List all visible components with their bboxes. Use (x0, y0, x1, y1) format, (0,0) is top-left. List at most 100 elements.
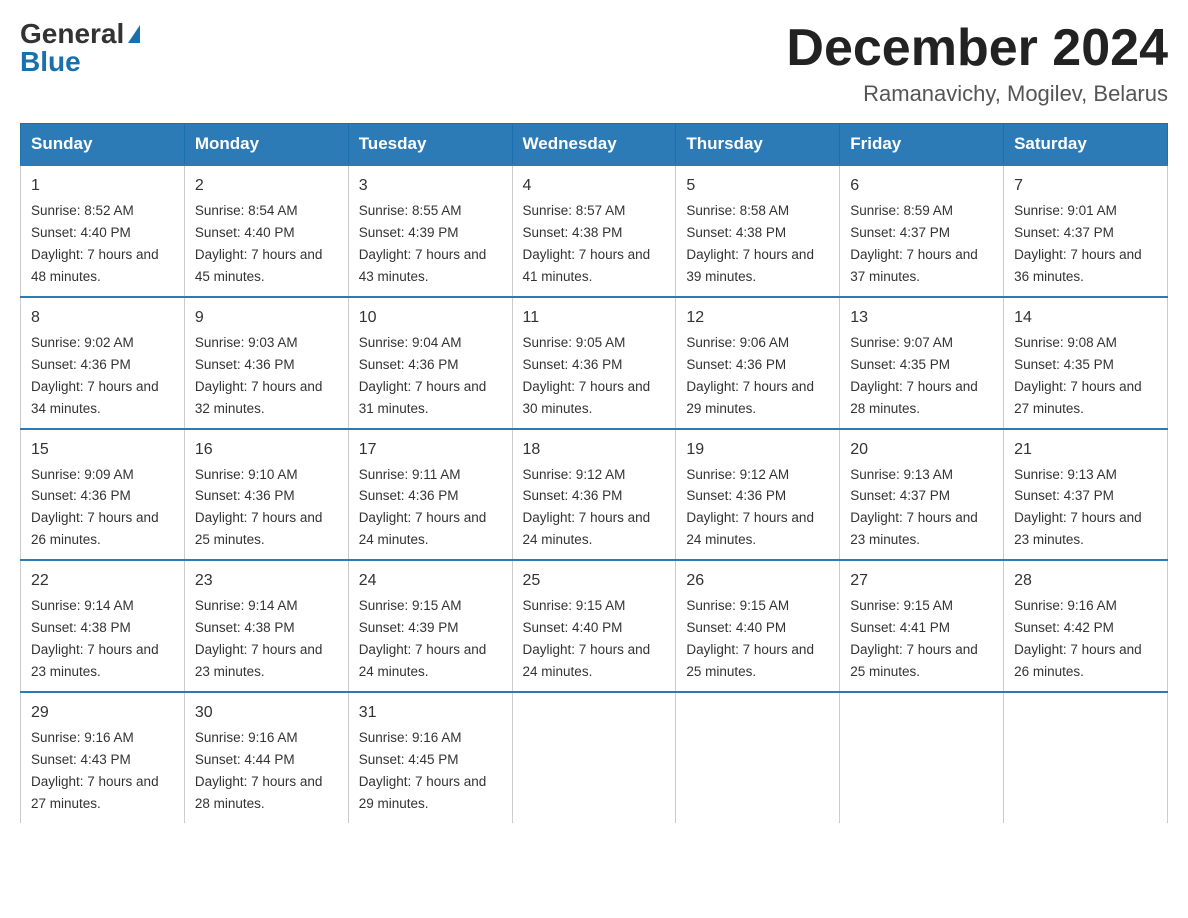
day-number: 27 (850, 569, 993, 593)
calendar-cell: 10Sunrise: 9:04 AMSunset: 4:36 PMDayligh… (348, 297, 512, 429)
calendar-week-row: 22 Sunrise: 9:14 AMSunset: 4:38 PMDayligh… (21, 560, 1168, 692)
day-info: Sunrise: 9:09 AMSunset: 4:36 PMDaylight:… (31, 467, 159, 548)
calendar-cell (512, 692, 676, 823)
logo: General Blue (20, 20, 140, 76)
weekday-header-saturday: Saturday (1004, 124, 1168, 166)
day-number: 16 (195, 438, 338, 462)
day-info: Sunrise: 8:55 AMSunset: 4:39 PMDaylight:… (359, 203, 487, 284)
day-info: Sunrise: 9:15 AMSunset: 4:41 PMDaylight:… (850, 598, 978, 679)
calendar-cell: 12Sunrise: 9:06 AMSunset: 4:36 PMDayligh… (676, 297, 840, 429)
day-info: Sunrise: 9:12 AMSunset: 4:36 PMDaylight:… (523, 467, 651, 548)
calendar-cell (840, 692, 1004, 823)
day-number: 8 (31, 306, 174, 330)
day-info: Sunrise: 8:58 AMSunset: 4:38 PMDaylight:… (686, 203, 814, 284)
calendar-cell: 19 Sunrise: 9:12 AMSunset: 4:36 PMDayligh… (676, 429, 840, 561)
calendar-cell: 31 Sunrise: 9:16 AMSunset: 4:45 PMDayligh… (348, 692, 512, 823)
day-info: Sunrise: 9:14 AMSunset: 4:38 PMDaylight:… (195, 598, 323, 679)
calendar-week-row: 15 Sunrise: 9:09 AMSunset: 4:36 PMDayligh… (21, 429, 1168, 561)
location-subtitle: Ramanavichy, Mogilev, Belarus (786, 81, 1168, 107)
day-info: Sunrise: 9:08 AMSunset: 4:35 PMDaylight:… (1014, 335, 1142, 416)
day-info: Sunrise: 9:12 AMSunset: 4:36 PMDaylight:… (686, 467, 814, 548)
day-number: 28 (1014, 569, 1157, 593)
day-info: Sunrise: 8:59 AMSunset: 4:37 PMDaylight:… (850, 203, 978, 284)
calendar-cell: 3Sunrise: 8:55 AMSunset: 4:39 PMDaylight… (348, 165, 512, 297)
calendar-cell: 18Sunrise: 9:12 AMSunset: 4:36 PMDayligh… (512, 429, 676, 561)
calendar-cell: 7 Sunrise: 9:01 AMSunset: 4:37 PMDaylight… (1004, 165, 1168, 297)
weekday-header-row: SundayMondayTuesdayWednesdayThursdayFrid… (21, 124, 1168, 166)
day-number: 7 (1014, 174, 1157, 198)
day-info: Sunrise: 9:15 AMSunset: 4:40 PMDaylight:… (686, 598, 814, 679)
day-info: Sunrise: 9:07 AMSunset: 4:35 PMDaylight:… (850, 335, 978, 416)
day-info: Sunrise: 9:04 AMSunset: 4:36 PMDaylight:… (359, 335, 487, 416)
calendar-table: SundayMondayTuesdayWednesdayThursdayFrid… (20, 123, 1168, 822)
calendar-cell: 29 Sunrise: 9:16 AMSunset: 4:43 PMDayligh… (21, 692, 185, 823)
day-number: 9 (195, 306, 338, 330)
day-number: 11 (523, 306, 666, 330)
day-number: 22 (31, 569, 174, 593)
day-info: Sunrise: 9:16 AMSunset: 4:45 PMDaylight:… (359, 730, 487, 811)
day-number: 19 (686, 438, 829, 462)
calendar-cell: 27 Sunrise: 9:15 AMSunset: 4:41 PMDayligh… (840, 560, 1004, 692)
day-number: 14 (1014, 306, 1157, 330)
weekday-header-friday: Friday (840, 124, 1004, 166)
calendar-cell (676, 692, 840, 823)
day-info: Sunrise: 9:02 AMSunset: 4:36 PMDaylight:… (31, 335, 159, 416)
calendar-cell: 13Sunrise: 9:07 AMSunset: 4:35 PMDayligh… (840, 297, 1004, 429)
calendar-cell: 25 Sunrise: 9:15 AMSunset: 4:40 PMDayligh… (512, 560, 676, 692)
day-number: 15 (31, 438, 174, 462)
calendar-cell: 15 Sunrise: 9:09 AMSunset: 4:36 PMDayligh… (21, 429, 185, 561)
day-info: Sunrise: 9:13 AMSunset: 4:37 PMDaylight:… (850, 467, 978, 548)
calendar-cell: 9 Sunrise: 9:03 AMSunset: 4:36 PMDaylight… (184, 297, 348, 429)
calendar-cell: 8 Sunrise: 9:02 AMSunset: 4:36 PMDaylight… (21, 297, 185, 429)
calendar-cell: 14 Sunrise: 9:08 AMSunset: 4:35 PMDayligh… (1004, 297, 1168, 429)
day-info: Sunrise: 8:57 AMSunset: 4:38 PMDaylight:… (523, 203, 651, 284)
day-number: 2 (195, 174, 338, 198)
day-info: Sunrise: 9:03 AMSunset: 4:36 PMDaylight:… (195, 335, 323, 416)
day-number: 23 (195, 569, 338, 593)
day-number: 1 (31, 174, 174, 198)
day-info: Sunrise: 9:14 AMSunset: 4:38 PMDaylight:… (31, 598, 159, 679)
day-info: Sunrise: 9:16 AMSunset: 4:43 PMDaylight:… (31, 730, 159, 811)
calendar-cell: 4 Sunrise: 8:57 AMSunset: 4:38 PMDaylight… (512, 165, 676, 297)
calendar-week-row: 8 Sunrise: 9:02 AMSunset: 4:36 PMDaylight… (21, 297, 1168, 429)
day-info: Sunrise: 9:11 AMSunset: 4:36 PMDaylight:… (359, 467, 487, 548)
day-info: Sunrise: 9:10 AMSunset: 4:36 PMDaylight:… (195, 467, 323, 548)
day-number: 5 (686, 174, 829, 198)
weekday-header-monday: Monday (184, 124, 348, 166)
calendar-week-row: 29 Sunrise: 9:16 AMSunset: 4:43 PMDayligh… (21, 692, 1168, 823)
day-info: Sunrise: 9:15 AMSunset: 4:40 PMDaylight:… (523, 598, 651, 679)
day-number: 24 (359, 569, 502, 593)
calendar-cell: 21Sunrise: 9:13 AMSunset: 4:37 PMDayligh… (1004, 429, 1168, 561)
calendar-cell: 20Sunrise: 9:13 AMSunset: 4:37 PMDayligh… (840, 429, 1004, 561)
day-number: 30 (195, 701, 338, 725)
calendar-cell: 6Sunrise: 8:59 AMSunset: 4:37 PMDaylight… (840, 165, 1004, 297)
day-number: 12 (686, 306, 829, 330)
weekday-header-tuesday: Tuesday (348, 124, 512, 166)
calendar-cell: 22 Sunrise: 9:14 AMSunset: 4:38 PMDayligh… (21, 560, 185, 692)
day-number: 21 (1014, 438, 1157, 462)
day-number: 4 (523, 174, 666, 198)
calendar-cell: 30Sunrise: 9:16 AMSunset: 4:44 PMDayligh… (184, 692, 348, 823)
calendar-cell: 23 Sunrise: 9:14 AMSunset: 4:38 PMDayligh… (184, 560, 348, 692)
calendar-cell: 24 Sunrise: 9:15 AMSunset: 4:39 PMDayligh… (348, 560, 512, 692)
calendar-cell: 5 Sunrise: 8:58 AMSunset: 4:38 PMDaylight… (676, 165, 840, 297)
calendar-cell: 2 Sunrise: 8:54 AMSunset: 4:40 PMDaylight… (184, 165, 348, 297)
day-number: 29 (31, 701, 174, 725)
day-info: Sunrise: 9:15 AMSunset: 4:39 PMDaylight:… (359, 598, 487, 679)
title-block: December 2024 Ramanavichy, Mogilev, Bela… (786, 20, 1168, 107)
day-number: 17 (359, 438, 502, 462)
logo-blue: Blue (20, 48, 81, 76)
day-info: Sunrise: 9:01 AMSunset: 4:37 PMDaylight:… (1014, 203, 1142, 284)
calendar-cell (1004, 692, 1168, 823)
calendar-cell: 28Sunrise: 9:16 AMSunset: 4:42 PMDayligh… (1004, 560, 1168, 692)
calendar-week-row: 1 Sunrise: 8:52 AMSunset: 4:40 PMDaylight… (21, 165, 1168, 297)
page-header: General Blue December 2024 Ramanavichy, … (20, 20, 1168, 107)
weekday-header-thursday: Thursday (676, 124, 840, 166)
day-info: Sunrise: 8:52 AMSunset: 4:40 PMDaylight:… (31, 203, 159, 284)
logo-triangle-icon (128, 25, 140, 43)
day-info: Sunrise: 8:54 AMSunset: 4:40 PMDaylight:… (195, 203, 323, 284)
day-number: 31 (359, 701, 502, 725)
logo-general: General (20, 20, 124, 48)
weekday-header-wednesday: Wednesday (512, 124, 676, 166)
day-number: 25 (523, 569, 666, 593)
